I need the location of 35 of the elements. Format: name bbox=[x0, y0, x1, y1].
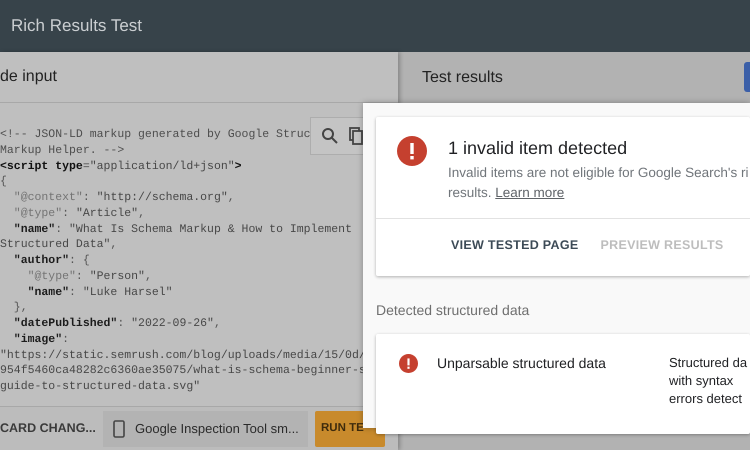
code-line: <script type="application/ld+json"> bbox=[0, 158, 242, 174]
phone-icon bbox=[113, 420, 125, 438]
code-line: 954f5460ca48282c6360ae35075/what-is-schema-beginner-s bbox=[0, 363, 366, 379]
code-line: "@context": "http://schema.org", bbox=[12, 190, 235, 206]
discard-changes-button[interactable]: CARD CHANG... bbox=[0, 419, 100, 438]
copy-icon[interactable] bbox=[349, 127, 363, 145]
summary-title: 1 invalid item detected bbox=[448, 137, 628, 160]
device-select[interactable]: Google Inspection Tool sm... bbox=[103, 410, 308, 446]
action-button[interactable]: VIEW TESTED PAGE bbox=[451, 236, 578, 255]
code-line: { bbox=[0, 174, 7, 190]
error-icon bbox=[397, 136, 427, 166]
code-line: "author": { bbox=[12, 253, 90, 269]
code-line: "@type": "Article", bbox=[12, 206, 145, 222]
panel-title: Test results bbox=[422, 68, 503, 88]
code-line: "name": "Luke Harsel" bbox=[26, 284, 173, 300]
code-line: Structured Data", bbox=[0, 237, 118, 253]
code-line: "datePublished": "2022-09-26", bbox=[12, 316, 221, 332]
app-title: Rich Results Test bbox=[11, 15, 142, 38]
code-line: "image": bbox=[12, 332, 70, 348]
learn-more-link[interactable]: Learn more bbox=[495, 185, 564, 200]
code-line: "https://static.semrush.com/blog/uploads/media/15/0d/ bbox=[0, 348, 366, 364]
device-select-value: Google Inspection Tool sm... bbox=[135, 420, 299, 438]
item-detail: Structured da with syntax errors detect bbox=[669, 354, 748, 408]
panel-title: de input bbox=[0, 67, 57, 87]
code-line: }, bbox=[12, 300, 28, 316]
summary-description: Invalid items are not eligible for Google Search's ri results. Learn more bbox=[448, 164, 748, 202]
code-line: "@type": "Person", bbox=[26, 268, 152, 284]
error-icon bbox=[399, 354, 418, 373]
item-name[interactable]: Unparsable structured data bbox=[437, 354, 669, 434]
code-line: "name": "What Is Schema Markup & How to Implement bbox=[12, 222, 352, 238]
code-line: <!-- JSON-LD markup generated by Google Struc bbox=[0, 127, 311, 143]
code-line: Markup Helper. --> bbox=[0, 142, 124, 158]
code-line: guide-to-structured-data.svg" bbox=[0, 379, 200, 395]
section-heading: Detected structured data bbox=[376, 301, 530, 320]
search-icon[interactable] bbox=[321, 127, 339, 145]
